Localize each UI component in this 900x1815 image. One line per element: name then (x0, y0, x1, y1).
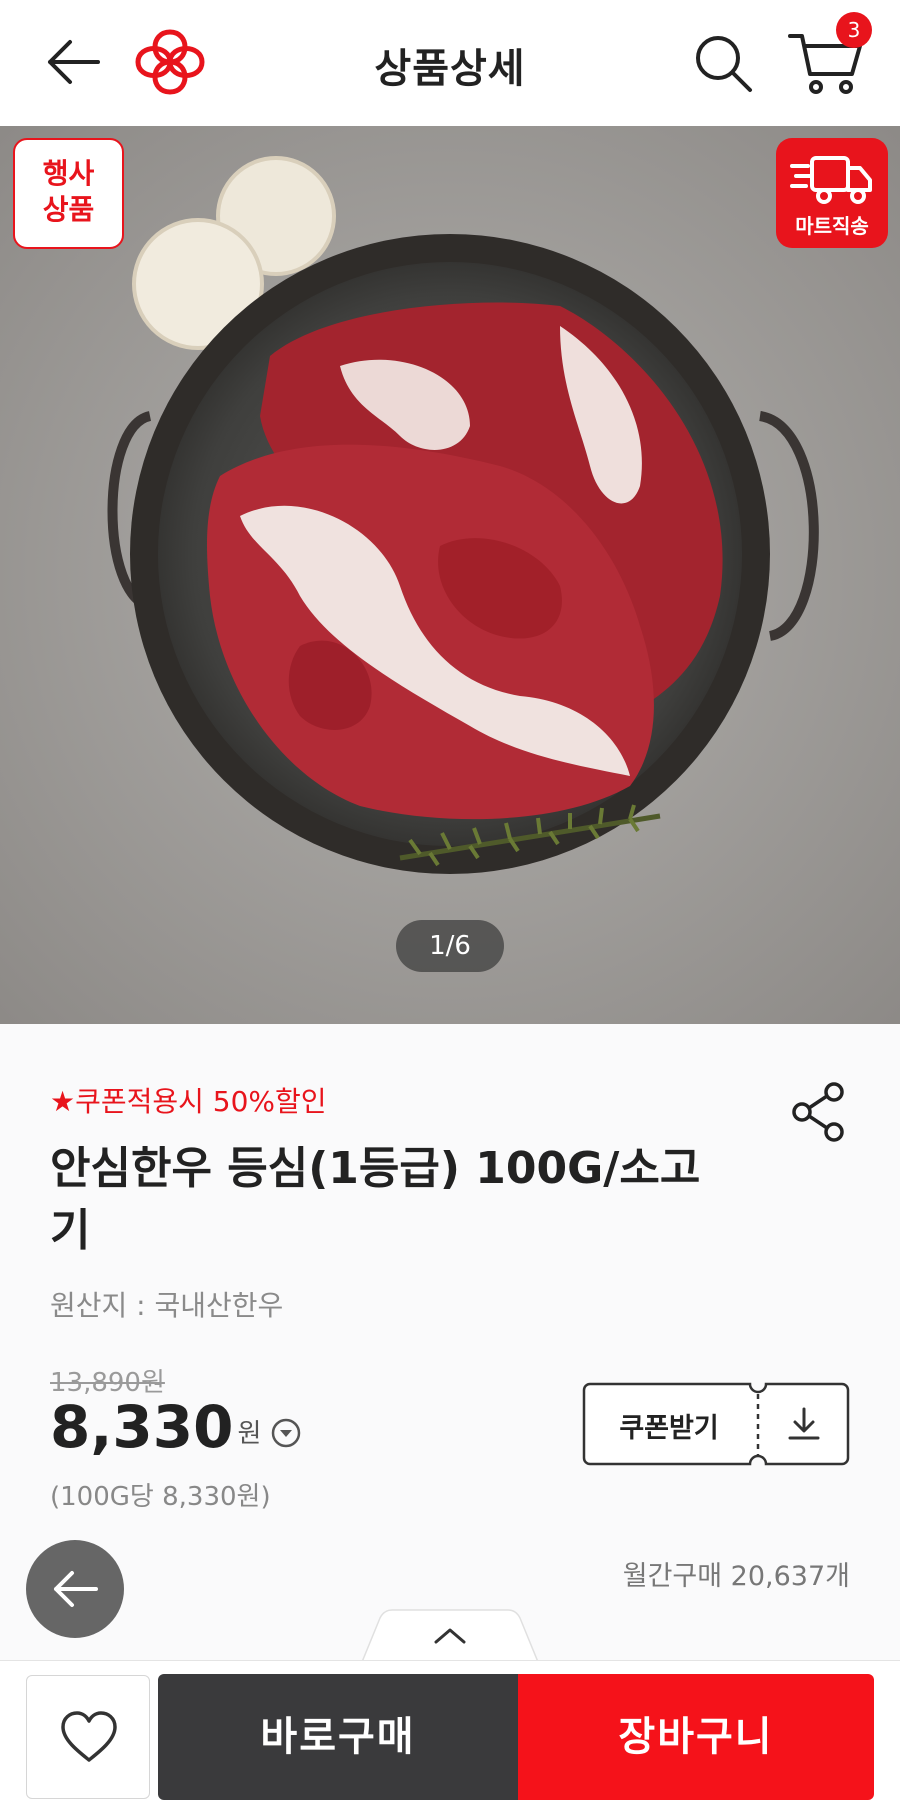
product-origin: 원산지 : 국내산한우 (50, 1289, 284, 1322)
add-to-cart-button[interactable]: 장바구니 (518, 1674, 874, 1800)
direct-delivery-badge: 마트직송 (776, 138, 888, 248)
share-icon[interactable] (790, 1082, 846, 1142)
product-name: 안심한우 등심(1등급) 100G/소고기 (50, 1143, 701, 1256)
wishlist-button[interactable] (26, 1675, 150, 1799)
floating-back-button[interactable] (26, 1540, 124, 1638)
back-arrow-icon (54, 1571, 98, 1607)
download-icon (788, 1407, 820, 1440)
image-pager-indicator: 1/6 (396, 920, 504, 972)
price-row: 8,330 원 (50, 1390, 301, 1460)
product-image-carousel[interactable] (0, 126, 900, 1024)
options-drawer-toggle[interactable] (360, 1608, 540, 1663)
app-header: 상품상세 3 (0, 0, 900, 126)
event-badge-label: 행사 상품 (42, 157, 95, 226)
cart-count-badge: 3 (836, 12, 872, 48)
get-coupon-label: 쿠폰받기 (619, 1413, 719, 1444)
coupon-discount-note: ★쿠폰적용시 50%할인 (50, 1085, 327, 1118)
page-title: 상품상세 (374, 46, 526, 92)
unit-price: (100G당 8,330원) (50, 1482, 271, 1512)
truck-icon (790, 156, 872, 204)
chevron-down-circle-icon[interactable] (271, 1418, 301, 1448)
heart-icon (61, 1711, 117, 1762)
price-currency: 원 (237, 1419, 262, 1449)
buy-now-button[interactable]: 바로구매 (158, 1674, 518, 1800)
sale-price: 8,330 (50, 1393, 234, 1461)
event-product-badge: 행사 상품 (13, 138, 124, 249)
get-coupon-button[interactable]: 쿠폰받기 (582, 1382, 850, 1466)
direct-delivery-label: 마트직송 (795, 214, 869, 238)
monthly-purchase-count: 월간구매 20,637개 (622, 1561, 850, 1592)
product-photo (0, 126, 900, 1024)
search-icon[interactable] (692, 32, 754, 94)
